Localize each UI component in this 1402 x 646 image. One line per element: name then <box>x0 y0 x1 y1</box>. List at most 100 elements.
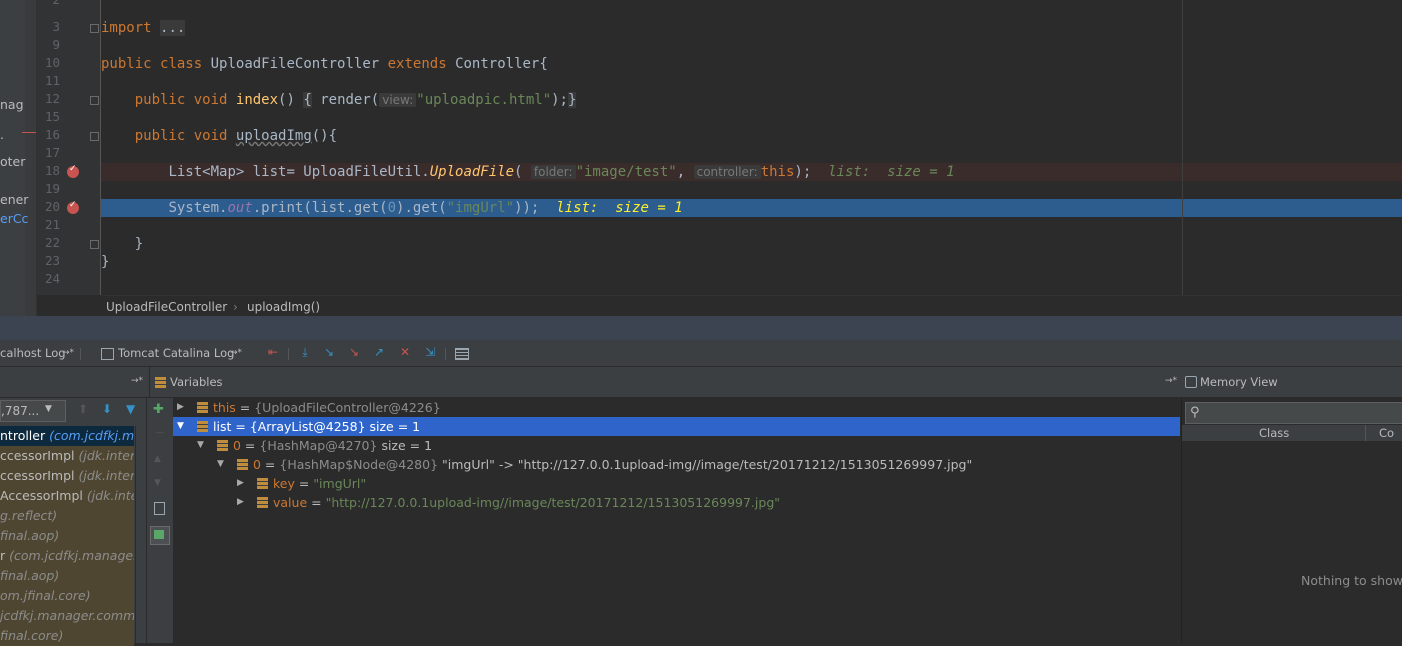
fold-icon[interactable] <box>90 240 99 249</box>
column-count[interactable]: Co <box>1379 426 1394 440</box>
expand-arrow-icon[interactable]: ▶ <box>177 398 184 417</box>
line-number: 15 <box>44 109 60 124</box>
divider <box>149 367 150 397</box>
frame-item[interactable]: r (com.jcdfkj.manager <box>0 546 134 566</box>
variable-row-selected[interactable]: ▼ list = {ArrayList@4258} size = 1 <box>173 417 1180 436</box>
frame-item[interactable]: om.jfinal.core) <box>0 586 134 606</box>
field-icon <box>197 421 208 432</box>
equals: = <box>294 476 314 491</box>
project-item[interactable]: ener <box>0 192 28 207</box>
punct: (){ <box>311 128 338 144</box>
variable-name: 0 <box>253 457 261 472</box>
drop-frame-icon[interactable]: ✕ <box>398 345 412 359</box>
column-class[interactable]: Class <box>1259 426 1289 440</box>
expand-arrow-icon[interactable]: ▶ <box>237 493 244 512</box>
panel-splitter[interactable] <box>0 316 1402 340</box>
variable-name: this <box>213 400 236 415</box>
force-step-into-icon[interactable]: ↘ <box>347 345 361 359</box>
pin-icon[interactable]: →* <box>62 348 74 358</box>
variables-tree[interactable]: ▶ this = {UploadFileController@4226} ▼ l… <box>173 398 1180 643</box>
variable-name: key <box>273 476 295 491</box>
move-up-icon[interactable]: ▲ <box>154 454 161 464</box>
frames-scrollbar[interactable] <box>135 426 146 643</box>
expand-arrow-icon[interactable]: ▶ <box>237 474 244 493</box>
frame-item[interactable]: AccessorImpl (jdk.inte <box>0 486 134 506</box>
breakpoint-icon[interactable] <box>67 164 79 178</box>
frame-item[interactable]: final.aop) <box>0 526 134 546</box>
collapse-arrow-icon[interactable]: ▼ <box>177 417 184 436</box>
breadcrumb-method[interactable]: uploadImg() <box>247 300 320 314</box>
copy-icon[interactable] <box>154 502 165 515</box>
collapse-arrow-icon[interactable]: ▼ <box>217 455 224 474</box>
tab-tomcat-catalina-log[interactable]: Tomcat Catalina Log <box>118 346 234 360</box>
fold-icon[interactable] <box>90 96 99 105</box>
keyword: void <box>193 128 228 144</box>
frame-package: (com.jcdfkj.manager <box>9 548 134 563</box>
debug-toolbar: calhost Log →* Tomcat Catalina Log →* ⇤ … <box>0 340 1402 367</box>
brace: } <box>101 254 110 270</box>
project-scrollbar[interactable] <box>25 0 36 316</box>
code-editor[interactable]: import ... public class UploadFileContro… <box>101 0 1402 295</box>
frame-item[interactable]: final.core) <box>0 626 134 646</box>
divider <box>288 348 289 360</box>
project-item-selected[interactable]: erCc <box>0 211 28 226</box>
frame-item[interactable]: jcdfkj.manager.commo <box>0 606 134 626</box>
tab-localhost-log[interactable]: calhost Log <box>0 346 66 360</box>
log-icon <box>101 348 114 360</box>
breakpoint-icon[interactable] <box>67 200 79 214</box>
debug-panel-header: →* Variables →* Memory View <box>0 367 1402 398</box>
pin-icon[interactable]: →* <box>131 376 143 386</box>
code-line: public void index() { render(view: "uploa… <box>101 91 1402 109</box>
variable-row[interactable]: ▶ key = "imgUrl" <box>173 474 1180 493</box>
run-to-cursor-icon[interactable]: ⇲ <box>423 345 437 359</box>
show-execution-point-icon[interactable]: ⇤ <box>266 345 280 359</box>
variable-value: {HashMap@4270} <box>259 438 378 453</box>
memory-search-input[interactable]: ⚲ <box>1185 402 1402 424</box>
step-into-icon[interactable]: ↘ <box>322 345 336 359</box>
step-over-icon[interactable]: ⤓ <box>298 345 312 359</box>
frame-item[interactable]: g.reflect) <box>0 506 134 526</box>
breadcrumb-class[interactable]: UploadFileController <box>106 300 227 314</box>
variable-value: {ArrayList@4258} <box>249 419 366 434</box>
keyword: void <box>193 92 228 108</box>
method-name: uploadImg <box>235 128 312 144</box>
pin-icon[interactable]: →* <box>230 348 242 358</box>
fold-icon[interactable] <box>90 132 99 141</box>
pin-icon[interactable]: →* <box>1165 376 1177 386</box>
variable-row[interactable]: ▶ value = "http://127.0.0.1upload-img//i… <box>173 493 1180 512</box>
frame-item-selected[interactable]: ntroller (com.jcdfkj.ma <box>0 426 134 446</box>
filter-icon[interactable]: ▼ <box>126 402 135 416</box>
project-item[interactable]: oter <box>0 154 25 169</box>
evaluate-expression-icon[interactable] <box>455 348 469 360</box>
code-line-current: System.out.print(list.get(0).get("imgUrl… <box>101 199 1402 217</box>
frame-item[interactable]: ccessorImpl (jdk.interna <box>0 446 134 466</box>
thread-selector[interactable]: ,787... <box>0 400 66 422</box>
frame-package: jcdfkj.manager.commo <box>0 608 134 623</box>
project-item[interactable]: nag <box>0 97 24 112</box>
collapse-arrow-icon[interactable]: ▼ <box>197 436 204 455</box>
folded-region[interactable]: ... <box>160 20 186 36</box>
parameter-hint: view: <box>379 93 417 107</box>
project-item[interactable]: . <box>0 127 4 142</box>
frame-item[interactable]: ccessorImpl (jdk.interna <box>0 466 134 486</box>
string-literal: "imgUrl" <box>446 200 515 216</box>
field-icon <box>217 440 228 451</box>
punct: ); <box>794 164 812 180</box>
remove-watch-icon[interactable]: — <box>155 428 164 438</box>
frame-item[interactable]: final.aop) <box>0 566 134 586</box>
variable-row[interactable]: ▼ 0 = {HashMap@4270} size = 1 <box>173 436 1180 455</box>
move-down-icon[interactable]: ▼ <box>154 478 161 488</box>
step-out-icon[interactable]: ↗ <box>372 345 386 359</box>
memory-empty-text: Nothing to show <box>1301 573 1402 588</box>
frame-down-icon[interactable]: ⬇ <box>102 402 112 416</box>
fold-icon[interactable] <box>90 24 99 33</box>
statement: .print(list.get( <box>252 200 388 216</box>
variable-row[interactable]: ▶ this = {UploadFileController@4226} <box>173 398 1180 417</box>
frame-up-icon[interactable]: ⬆ <box>78 402 88 416</box>
new-watch-icon[interactable]: ✚ <box>153 402 164 417</box>
editor-gutter[interactable]: 2 3 9 10 11 12 15 16 17 18 19 20 21 22 2… <box>37 0 101 295</box>
variable-row[interactable]: ▼ 0 = {HashMap$Node@4280} "imgUrl" -> "h… <box>173 455 1180 474</box>
chevron-down-icon[interactable]: ▼ <box>45 404 52 414</box>
line-number: 20 <box>44 199 60 214</box>
line-number: 2 <box>37 0 60 7</box>
